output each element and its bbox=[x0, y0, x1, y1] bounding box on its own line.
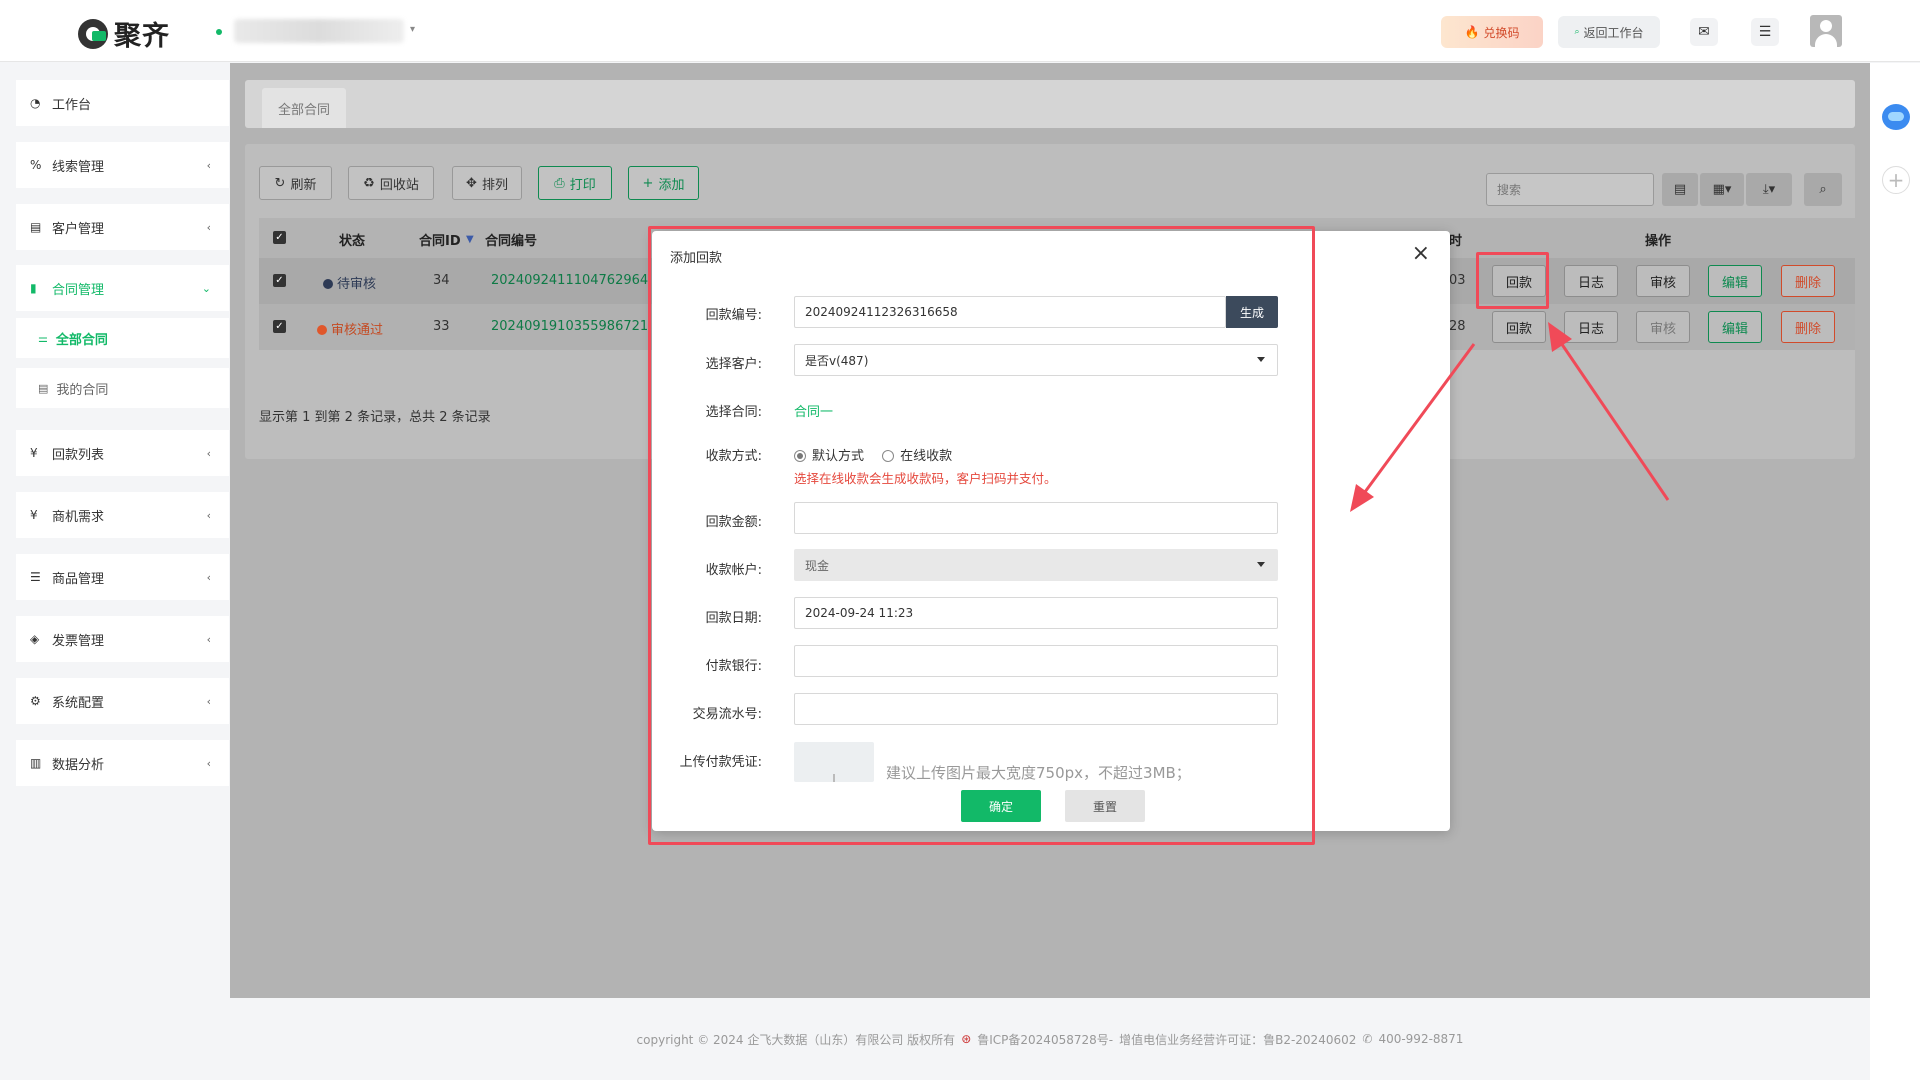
arrow-head bbox=[1350, 484, 1374, 512]
arrow-shaft bbox=[1360, 343, 1476, 497]
annotation-arrows bbox=[1350, 322, 1670, 512]
arrow-shaft bbox=[1557, 339, 1670, 501]
arrow-to-payment-button bbox=[1548, 322, 1670, 501]
arrow-to-modal bbox=[1350, 343, 1476, 512]
arrow-head bbox=[1548, 322, 1572, 352]
